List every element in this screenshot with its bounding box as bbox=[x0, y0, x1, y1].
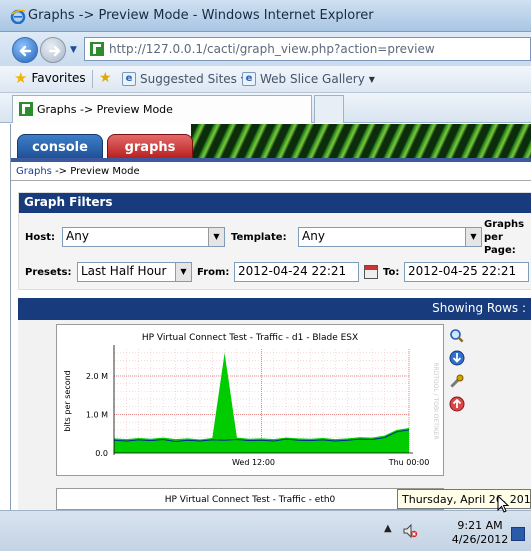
forward-arrow-icon bbox=[48, 45, 61, 57]
breadcrumb: Graphs -> Preview Mode bbox=[16, 166, 140, 177]
graph-image[interactable]: HP Virtual Connect Test - Traffic - eth0 bbox=[56, 488, 444, 510]
graphs-per-page-label: Graphs per Page: bbox=[484, 219, 525, 256]
x-tick-label: Wed 12:00 bbox=[232, 458, 275, 467]
tab-bar: Graphs -> Preview Mode bbox=[0, 93, 531, 123]
internet-explorer-icon bbox=[10, 9, 26, 24]
cacti-header: console graphs bbox=[11, 124, 531, 162]
to-date-input[interactable]: 2012-04-25 22:21 bbox=[404, 262, 529, 282]
address-bar[interactable]: http://127.0.0.1/cacti/graph_view.php?ac… bbox=[84, 37, 531, 61]
show-hidden-icons-icon[interactable]: ▲ bbox=[384, 523, 392, 534]
window-title: Graphs -> Preview Mode - Windows Interne… bbox=[28, 8, 374, 23]
ie-page-icon: e bbox=[242, 72, 256, 86]
graph-filters-panel: Graph Filters Host: Any ▼ Template: Any … bbox=[18, 192, 531, 290]
x-tick-label: Thu 00:00 bbox=[388, 458, 430, 467]
forward-button[interactable] bbox=[40, 37, 66, 63]
host-select[interactable]: Any ▼ bbox=[62, 227, 225, 247]
window-title-bar: Graphs -> Preview Mode - Windows Interne… bbox=[0, 0, 531, 32]
presets-select[interactable]: Last Half Hour ▼ bbox=[77, 262, 192, 282]
add-to-favorites-icon[interactable]: ★ bbox=[99, 70, 112, 86]
graph-image[interactable]: HP Virtual Connect Test - Traffic - d1 -… bbox=[56, 324, 444, 476]
separator bbox=[92, 70, 93, 88]
y-axis-label: bits per second bbox=[63, 370, 72, 432]
date-tooltip: Thursday, April 26, 2012 bbox=[397, 489, 531, 509]
favorites-label: Favorites bbox=[31, 71, 86, 85]
y-tick-label: 0.0 bbox=[95, 449, 108, 458]
show-desktop-icon[interactable] bbox=[511, 527, 525, 541]
host-select-value: Any bbox=[66, 229, 89, 243]
chevron-down-icon: ▼ bbox=[175, 263, 191, 281]
new-tab-button[interactable] bbox=[314, 95, 344, 123]
y-tick-label: 1.0 M bbox=[86, 410, 108, 419]
chevron-down-icon: ▼ bbox=[465, 228, 481, 246]
tab-graphs[interactable]: graphs bbox=[107, 134, 193, 160]
clock-time: 9:21 AM bbox=[457, 519, 503, 532]
clock-date: 4/26/2012 bbox=[451, 533, 509, 546]
from-date-input[interactable]: 2012-04-24 22:21 bbox=[234, 262, 359, 282]
y-tick-label: 2.0 M bbox=[86, 372, 108, 381]
presets-label: Presets: bbox=[25, 267, 72, 278]
template-label: Template: bbox=[231, 232, 287, 243]
rrdtool-watermark: RRDTOOL / TOBI OETIKER bbox=[432, 362, 439, 439]
tab-graphs-preview[interactable]: Graphs -> Preview Mode bbox=[12, 95, 312, 123]
to-label: To: bbox=[383, 267, 400, 278]
move-up-icon[interactable] bbox=[449, 396, 465, 412]
favorites-button[interactable]: ★ Favorites bbox=[14, 69, 86, 87]
graph-filters-header: Graph Filters bbox=[19, 193, 531, 213]
favorites-star-icon: ★ bbox=[14, 69, 28, 87]
mouse-cursor-icon bbox=[497, 495, 509, 513]
header-band bbox=[11, 158, 531, 162]
divider bbox=[11, 180, 531, 181]
back-arrow-icon bbox=[19, 45, 32, 57]
calendar-icon[interactable] bbox=[364, 265, 378, 279]
suggested-sites-label: Suggested Sites bbox=[140, 72, 237, 86]
recent-pages-dropdown-icon[interactable]: ▼ bbox=[70, 45, 77, 55]
traffic-chart: 0.0 1.0 M 2.0 M Wed 12:00 Thu 00:00 bits per … bbox=[63, 345, 439, 467]
chevron-down-icon: ▼ bbox=[208, 228, 224, 246]
taskbar: ▲ 9:21 AM 4/26/2012 bbox=[0, 510, 531, 551]
tab-label: Graphs -> Preview Mode bbox=[37, 103, 173, 116]
suggested-sites-button[interactable]: e Suggested Sites ▼ bbox=[122, 72, 247, 86]
tab-console[interactable]: console bbox=[17, 134, 103, 160]
download-icon[interactable] bbox=[449, 350, 465, 366]
from-label: From: bbox=[197, 267, 230, 278]
back-button[interactable] bbox=[12, 37, 38, 63]
breadcrumb-current: -> Preview Mode bbox=[55, 166, 140, 177]
chevron-down-icon: ▼ bbox=[368, 74, 375, 84]
web-slice-gallery-label: Web Slice Gallery bbox=[260, 72, 365, 86]
presets-select-value: Last Half Hour bbox=[81, 264, 167, 278]
host-label: Host: bbox=[25, 232, 55, 243]
navigation-bar: ▼ http://127.0.0.1/cacti/graph_view.php?… bbox=[0, 32, 531, 66]
system-clock[interactable]: 9:21 AM 4/26/2012 bbox=[448, 519, 512, 547]
cacti-favicon-icon bbox=[90, 42, 104, 56]
graph-title: HP Virtual Connect Test - Traffic - eth0 bbox=[164, 495, 336, 505]
template-select-value: Any bbox=[302, 229, 325, 243]
url-text[interactable]: http://127.0.0.1/cacti/graph_view.php?ac… bbox=[109, 42, 435, 56]
favorites-bar: ★ Favorites ★ e Suggested Sites ▼ e Web … bbox=[0, 66, 531, 93]
zoom-icon[interactable] bbox=[449, 328, 465, 344]
volume-muted-icon[interactable] bbox=[402, 523, 418, 539]
breadcrumb-graphs-link[interactable]: Graphs bbox=[16, 166, 52, 177]
wrench-icon[interactable] bbox=[449, 373, 465, 389]
cacti-favicon-icon bbox=[19, 102, 33, 116]
web-slice-gallery-button[interactable]: e Web Slice Gallery ▼ bbox=[242, 72, 375, 86]
web-page: console graphs Graphs -> Preview Mode Gr… bbox=[10, 124, 531, 510]
showing-rows-bar: Showing Rows : bbox=[18, 298, 531, 320]
template-select[interactable]: Any ▼ bbox=[298, 227, 482, 247]
graph-preview-panel: HP Virtual Connect Test - Traffic - d1 -… bbox=[18, 320, 531, 510]
ie-page-icon: e bbox=[122, 72, 136, 86]
cacti-banner-graphic bbox=[191, 124, 531, 158]
